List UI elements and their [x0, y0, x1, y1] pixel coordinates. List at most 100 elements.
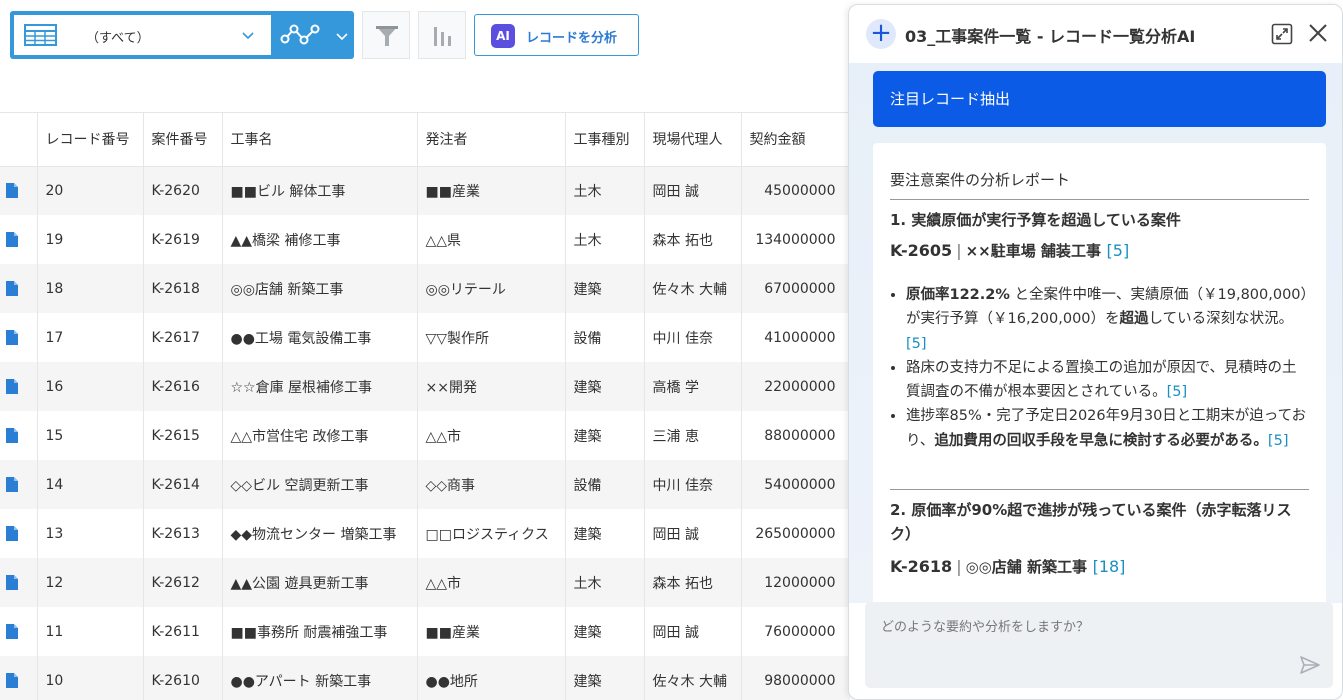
- document-icon[interactable]: [6, 477, 18, 492]
- table-cell: 265000000: [741, 509, 850, 558]
- bar-chart-icon: [434, 27, 451, 46]
- record-detail-cell[interactable]: [0, 215, 38, 264]
- table-cell: K-2614: [143, 460, 223, 509]
- table-cell: 建築: [565, 656, 645, 700]
- table-row[interactable]: 14 K-2614 ◇◇ビル 空調更新工事 ◇◇商事 設備 中川 佳奈 54000000: [0, 460, 850, 509]
- column-header[interactable]: 工事名: [222, 113, 418, 167]
- analyze-records-button[interactable]: AI レコードを分析: [474, 14, 639, 56]
- reference-link[interactable]: [5]: [906, 336, 927, 352]
- graph-button[interactable]: [418, 11, 466, 59]
- new-chat-button[interactable]: +: [866, 19, 896, 49]
- document-icon[interactable]: [6, 330, 18, 345]
- table-cell: 19: [37, 215, 144, 264]
- table-row[interactable]: 13 K-2613 ◆◆物流センター 増築工事 □□ロジスティクス 建築 岡田 誠 2650…: [0, 509, 850, 558]
- table-cell: 土木: [565, 215, 645, 264]
- record-detail-cell[interactable]: [0, 460, 38, 509]
- column-header[interactable]: 発注者: [417, 113, 566, 167]
- table-cell: K-2619: [143, 215, 223, 264]
- record-detail-cell[interactable]: [0, 558, 38, 607]
- list-item: 原価率122.2% と全案件中唯一、実績原価（￥19,800,000）が実行予算…: [906, 283, 1310, 356]
- table-cell: ■■ビル 解体工事: [222, 166, 418, 215]
- table-cell: 設備: [565, 460, 645, 509]
- expand-icon[interactable]: [1271, 23, 1293, 45]
- table-cell: ◎◎店舗 新築工事: [222, 264, 418, 313]
- reference-link[interactable]: [18]: [1093, 557, 1126, 576]
- document-icon[interactable]: [6, 624, 18, 639]
- table-cell: 佐々木 大輔: [644, 656, 742, 700]
- table-cell: K-2618: [143, 264, 223, 313]
- case-name: ◎◎店舗 新築工事: [965, 558, 1087, 576]
- table-cell: 14: [37, 460, 144, 509]
- prompt-input[interactable]: どのような要約や分析をしますか？: [865, 602, 1333, 688]
- section-heading: 2. 原価率が90%超で進捗が残っている案件（赤字転落リスク）: [890, 501, 1292, 543]
- extract-notable-records-button[interactable]: 注目レコード抽出: [873, 71, 1326, 127]
- column-header[interactable]: 契約金額: [741, 113, 850, 167]
- reference-link[interactable]: [5]: [1167, 384, 1188, 400]
- column-header[interactable]: 案件番号: [143, 113, 223, 167]
- table-cell: ▲▲橋梁 補修工事: [222, 215, 418, 264]
- records-table: レコード番号 案件番号 工事名 発注者 工事種別 現場代理人 契約金額 20 K-…: [0, 112, 850, 700]
- column-header[interactable]: 工事種別: [565, 113, 645, 167]
- document-icon[interactable]: [6, 526, 18, 541]
- table-cell: 12: [37, 558, 144, 607]
- table-row[interactable]: 15 K-2615 △△市営住宅 改修工事 △△市 建築 三浦 恵 88000000: [0, 411, 850, 460]
- reference-link[interactable]: [5]: [1107, 241, 1130, 260]
- column-header[interactable]: レコード番号: [37, 113, 144, 167]
- table-cell: 土木: [565, 166, 645, 215]
- record-detail-cell[interactable]: [0, 362, 38, 411]
- record-detail-cell[interactable]: [0, 607, 38, 656]
- table-cell: 中川 佳奈: [644, 460, 742, 509]
- record-detail-cell[interactable]: [0, 166, 38, 215]
- column-header[interactable]: 現場代理人: [644, 113, 742, 167]
- view-selector[interactable]: （すべて）: [10, 11, 354, 59]
- table-cell: 76000000: [741, 607, 850, 656]
- record-detail-cell[interactable]: [0, 313, 38, 362]
- table-cell: 98000000: [741, 656, 850, 700]
- close-icon[interactable]: [1307, 22, 1329, 44]
- graph-view-icon[interactable]: [280, 21, 322, 49]
- table-cell: 三浦 恵: [644, 411, 742, 460]
- filter-button[interactable]: [362, 11, 410, 59]
- case-number: K-2605: [890, 241, 953, 260]
- document-icon[interactable]: [6, 183, 18, 199]
- table-row[interactable]: 17 K-2617 ●●工場 電気設備工事 ▽▽製作所 設備 中川 佳奈 41000000: [0, 313, 850, 362]
- table-cell: □□ロジスティクス: [417, 509, 566, 558]
- table-row[interactable]: 18 K-2618 ◎◎店舗 新築工事 ◎◎リテール 建築 佐々木 大輔 67000000: [0, 264, 850, 313]
- record-detail-cell[interactable]: [0, 411, 38, 460]
- table-cell: 22000000: [741, 362, 850, 411]
- table-cell: ●●地所: [417, 656, 566, 700]
- table-header-row: レコード番号 案件番号 工事名 発注者 工事種別 現場代理人 契約金額: [0, 113, 850, 167]
- table-cell: 11: [37, 607, 144, 656]
- table-cell: ☆☆倉庫 屋根補修工事: [222, 362, 418, 411]
- document-icon[interactable]: [6, 281, 18, 296]
- reference-link[interactable]: [5]: [1268, 433, 1289, 449]
- table-row[interactable]: 11 K-2611 ■■事務所 耐震補強工事 ■■産業 建築 岡田 誠 76000000: [0, 607, 850, 656]
- table-cell: 20: [37, 166, 144, 215]
- record-detail-cell[interactable]: [0, 264, 38, 313]
- table-cell: 134000000: [741, 215, 850, 264]
- view-dropdown[interactable]: （すべて）: [14, 15, 271, 55]
- table-cell: ◇◇商事: [417, 460, 566, 509]
- document-icon[interactable]: [6, 575, 18, 590]
- case-title: K-2618 | ◎◎店舗 新築工事 [18]: [890, 556, 1125, 577]
- table-row[interactable]: 20 K-2620 ■■ビル 解体工事 ■■産業 土木 岡田 誠 45000000: [0, 166, 850, 215]
- table-row[interactable]: 19 K-2619 ▲▲橋梁 補修工事 △△県 土木 森本 拓也 134000000: [0, 215, 850, 264]
- record-detail-cell[interactable]: [0, 656, 38, 700]
- table-row[interactable]: 10 K-2610 ●●アパート 新築工事 ●●地所 建築 佐々木 大輔 98000000: [0, 656, 850, 700]
- document-icon[interactable]: [6, 673, 18, 688]
- chevron-down-icon[interactable]: [334, 29, 350, 45]
- send-icon[interactable]: [1299, 654, 1321, 676]
- section-heading: 1. 実績原価が実行予算を超過している案件: [890, 211, 1181, 229]
- document-icon[interactable]: [6, 428, 18, 443]
- table-row[interactable]: 16 K-2616 ☆☆倉庫 屋根補修工事 ××開発 建築 高橋 学 22000000: [0, 362, 850, 411]
- table-view-icon: [24, 24, 57, 46]
- table-cell: 中川 佳奈: [644, 313, 742, 362]
- record-detail-cell[interactable]: [0, 509, 38, 558]
- table-row[interactable]: 12 K-2612 ▲▲公園 遊具更新工事 △△市 土木 森本 拓也 12000000: [0, 558, 850, 607]
- separator: |: [956, 241, 962, 260]
- table-cell: 建築: [565, 607, 645, 656]
- document-icon[interactable]: [6, 379, 18, 394]
- table-cell: K-2610: [143, 656, 223, 700]
- document-icon[interactable]: [6, 232, 18, 247]
- table-cell: ▽▽製作所: [417, 313, 566, 362]
